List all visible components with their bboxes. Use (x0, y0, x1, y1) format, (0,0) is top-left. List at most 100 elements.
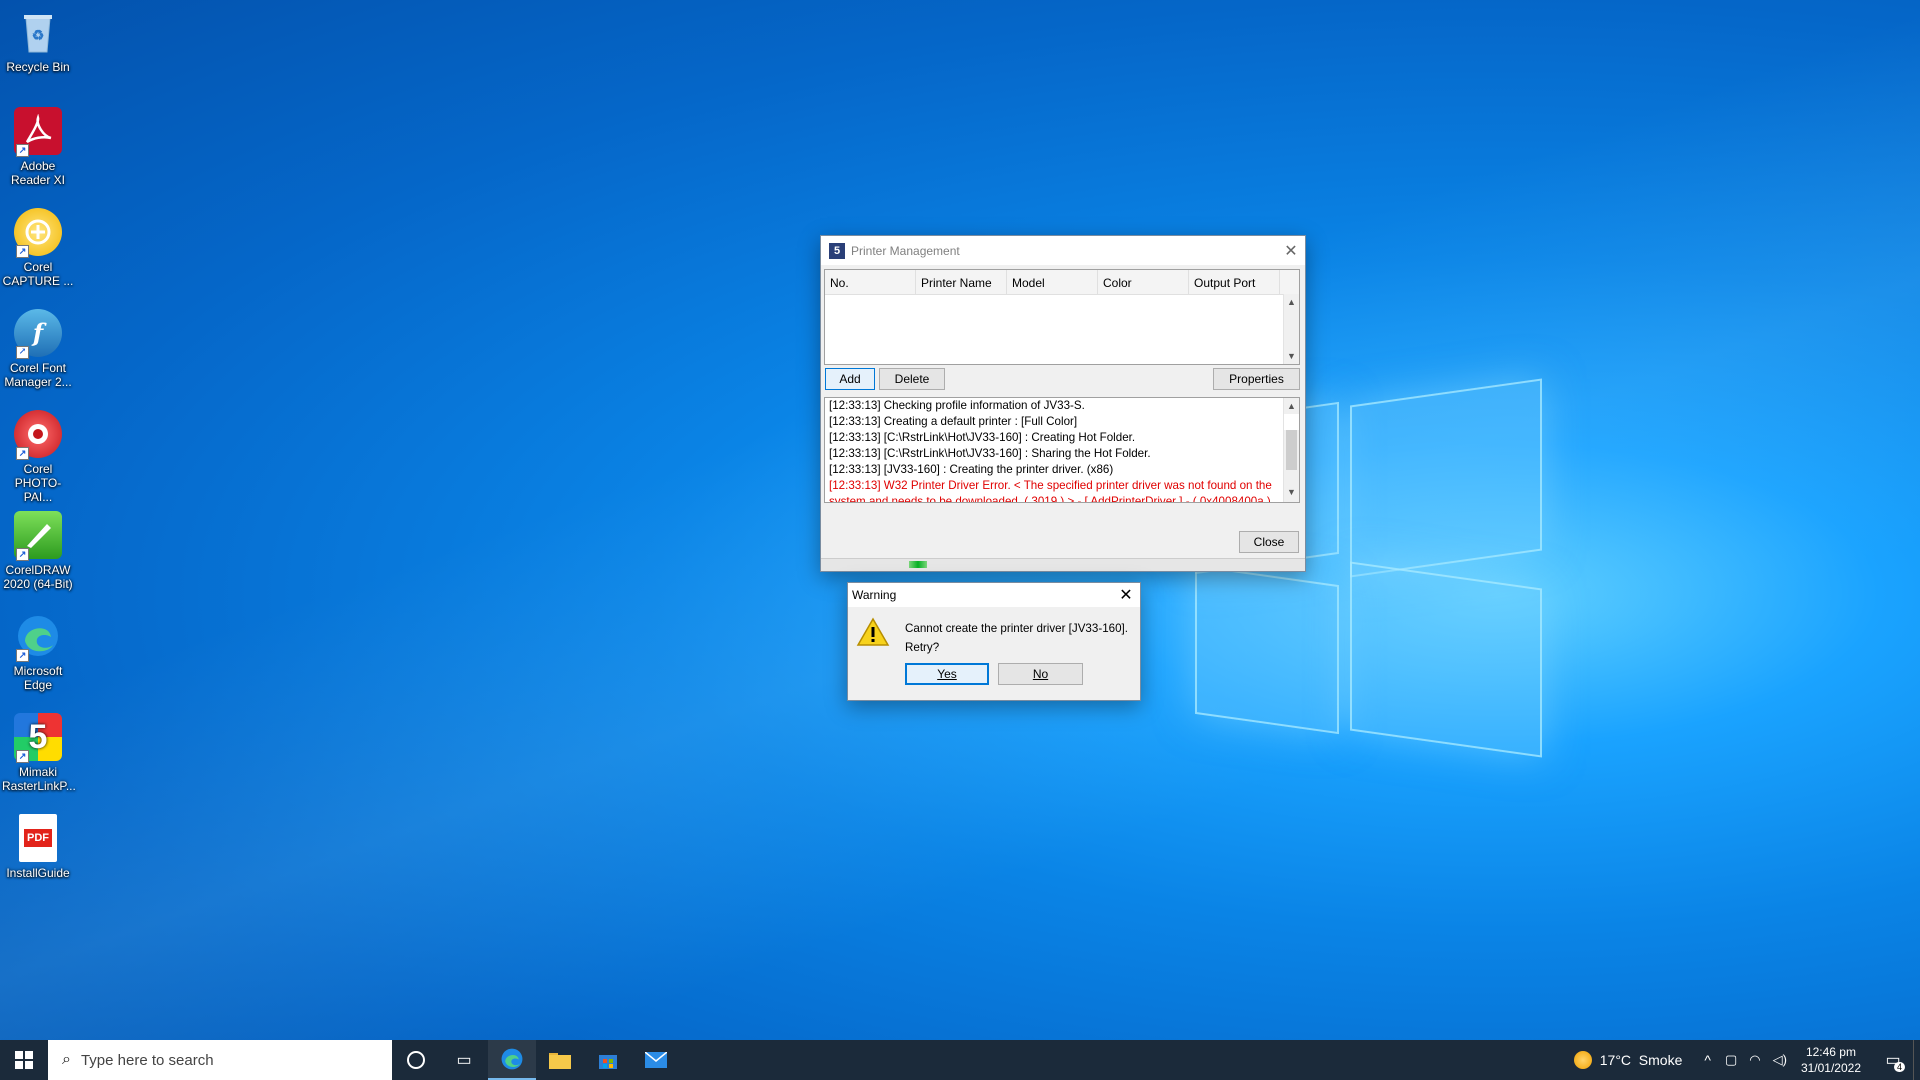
desktop-icon-label: Mimaki RasterLinkP... (2, 765, 76, 793)
cortana-icon (407, 1051, 425, 1069)
column-header-color[interactable]: Color (1098, 270, 1189, 294)
desktop-icon-label: Corel CAPTURE ... (2, 260, 74, 288)
wifi-icon[interactable]: ◠ (1749, 1052, 1760, 1068)
desktop-icon-label: Adobe Reader XI (10, 159, 66, 187)
desktop-icon-label: InstallGuide (6, 866, 70, 880)
log-scrollbar[interactable]: ▲ ▼ (1283, 398, 1299, 502)
desktop-icon-corel-font-manager[interactable]: f ↗ Corel Font Manager 2... (2, 309, 74, 389)
scroll-up-icon[interactable]: ▲ (1284, 398, 1299, 414)
folder-icon (549, 1053, 571, 1069)
app-icon: 5 (829, 242, 845, 259)
pdf-badge: PDF (24, 829, 52, 847)
scroll-down-icon[interactable]: ▼ (1284, 348, 1299, 364)
warning-icon (856, 617, 890, 652)
adobe-reader-icon: ↗ (14, 107, 62, 157)
log-line: [12:33:13] [JV33-160] : Creating the pri… (829, 463, 1114, 476)
clock-date: 31/01/2022 (1800, 1061, 1861, 1075)
taskbar: ⌕ Type here to search ▭ 17°C Smoke ^ ▢ ◠… (0, 1040, 1920, 1080)
column-header-no[interactable]: No. (825, 270, 916, 294)
desktop-icon-adobe-reader[interactable]: ↗ Adobe Reader XI (2, 107, 74, 187)
add-button[interactable]: Add (825, 368, 875, 390)
column-header-output-port[interactable]: Output Port (1189, 270, 1280, 294)
taskbar-store-button[interactable] (584, 1040, 632, 1080)
progress-bar-indicator (909, 561, 927, 568)
store-icon (599, 1055, 617, 1069)
dialog-close-icon[interactable]: ✕ (1112, 583, 1140, 607)
desktop-icon-recycle-bin[interactable]: ♻ Recycle Bin (2, 8, 74, 74)
warning-dialog: Warning ✕ Cannot create the printer driv… (847, 582, 1141, 701)
log-line: [12:33:13] Creating a default printer : … (829, 415, 1078, 428)
task-view-button[interactable]: ▭ (440, 1040, 488, 1080)
meet-now-icon[interactable]: ▢ (1725, 1052, 1737, 1068)
pdf-icon: PDF (19, 814, 57, 862)
printer-management-window: 5 Printer Management ✕ No. Printer Name … (820, 235, 1306, 572)
corel-capture-icon: ↗ (14, 208, 62, 258)
scroll-down-icon[interactable]: ▼ (1284, 484, 1299, 500)
search-icon: ⌕ (62, 1051, 71, 1068)
chevron-up-icon[interactable]: ^ (1704, 1052, 1711, 1068)
taskbar-mail-button[interactable] (632, 1040, 680, 1080)
windows-start-icon (15, 1051, 33, 1069)
weather-icon[interactable] (1573, 1051, 1592, 1069)
delete-button[interactable]: Delete (879, 368, 945, 390)
progress-bar (821, 558, 1305, 571)
taskbar-search-box[interactable]: ⌕ Type here to search (48, 1040, 392, 1080)
desktop-icon-label: Corel PHOTO-PAI... (14, 462, 62, 504)
desktop-icon-installguide[interactable]: PDF InstallGuide (2, 814, 74, 880)
corel-photo-paint-icon: ↗ (14, 410, 62, 460)
desktop-icon-label: Microsoft Edge (13, 664, 63, 692)
coreldraw-icon: ↗ (14, 511, 62, 561)
show-desktop-button[interactable] (1913, 1040, 1920, 1080)
yes-button[interactable]: Yes (905, 663, 989, 685)
system-tray: 17°C Smoke ^ ▢ ◠ ◁) 12:46 pm 31/01/2022 … (1573, 1040, 1920, 1080)
column-header-model[interactable]: Model (1007, 270, 1098, 294)
log-line: [12:33:13] [C:\RstrLink\Hot\JV33-160] : … (829, 431, 1136, 444)
desktop-icon-coreldraw[interactable]: ↗ CorelDRAW 2020 (64-Bit) (2, 511, 74, 591)
printer-table: No. Printer Name Model Color Output Port… (824, 269, 1300, 365)
desktop-icon-label: Recycle Bin (6, 60, 70, 74)
desktop-icon-edge[interactable]: ↗ Microsoft Edge (2, 612, 74, 692)
svg-text:♻: ♻ (32, 27, 45, 43)
no-label: No (1032, 667, 1049, 681)
action-center-button[interactable]: ▭ 4 (1873, 1040, 1913, 1080)
notification-count-badge: 4 (1893, 1062, 1905, 1072)
desktop-icon-corel-capture[interactable]: ↗ Corel CAPTURE ... (2, 208, 74, 288)
window-title: Printer Management (851, 243, 960, 258)
dialog-title: Warning (852, 588, 897, 602)
start-button[interactable] (0, 1040, 48, 1080)
log-panel: [12:33:13] Checking profile information … (824, 397, 1300, 503)
desktop-icon-label: Corel Font Manager 2... (4, 361, 72, 389)
volume-icon[interactable]: ◁) (1773, 1052, 1787, 1068)
recycle-bin-icon: ♻ (14, 8, 62, 56)
properties-button[interactable]: Properties (1213, 368, 1300, 390)
log-line: [12:33:13] Checking profile information … (829, 399, 1085, 412)
close-button[interactable]: Close (1239, 531, 1299, 553)
log-line: [12:33:13] [C:\RstrLink\Hot\JV33-160] : … (829, 447, 1151, 460)
taskbar-edge-button[interactable] (488, 1040, 536, 1080)
taskbar-file-explorer-button[interactable] (536, 1040, 584, 1080)
edge-icon (501, 1048, 523, 1070)
message-line: Cannot create the printer driver [JV33-1… (905, 622, 1128, 635)
corel-font-manager-icon: f ↗ (14, 309, 62, 359)
log-line-error: [12:33:13] W32 Printer Driver Error. < T… (829, 479, 1272, 503)
warning-message: Cannot create the printer driver [JV33-1… (905, 619, 1128, 657)
yes-label: Yes (937, 667, 957, 681)
cortana-button[interactable] (392, 1040, 440, 1080)
weather-text[interactable]: 17°C Smoke (1600, 1052, 1683, 1068)
clock[interactable]: 12:46 pm 31/01/2022 (1801, 1044, 1861, 1076)
warning-titlebar: Warning ✕ (848, 583, 1140, 607)
desktop-icon-label: CorelDRAW 2020 (64-Bit) (3, 563, 73, 591)
mimaki-rasterlink-icon: 5 ↗ (14, 713, 62, 763)
message-line: Retry? (905, 641, 940, 654)
desktop-icon-mimaki-rasterlink[interactable]: 5 ↗ Mimaki RasterLinkP... (2, 713, 76, 793)
column-header-printer-name[interactable]: Printer Name (916, 270, 1007, 294)
desktop-icon-corel-photo-paint[interactable]: ↗ Corel PHOTO-PAI... (2, 410, 74, 504)
printer-table-scrollbar[interactable]: ▲ ▼ (1283, 294, 1299, 364)
no-button[interactable]: No (998, 663, 1083, 685)
window-close-icon[interactable]: ✕ (1277, 237, 1305, 265)
task-view-icon: ▭ (456, 1052, 472, 1069)
scroll-up-icon[interactable]: ▲ (1284, 294, 1299, 310)
mail-icon (645, 1052, 667, 1068)
search-placeholder: Type here to search (80, 1051, 214, 1069)
scroll-thumb[interactable] (1286, 430, 1297, 470)
